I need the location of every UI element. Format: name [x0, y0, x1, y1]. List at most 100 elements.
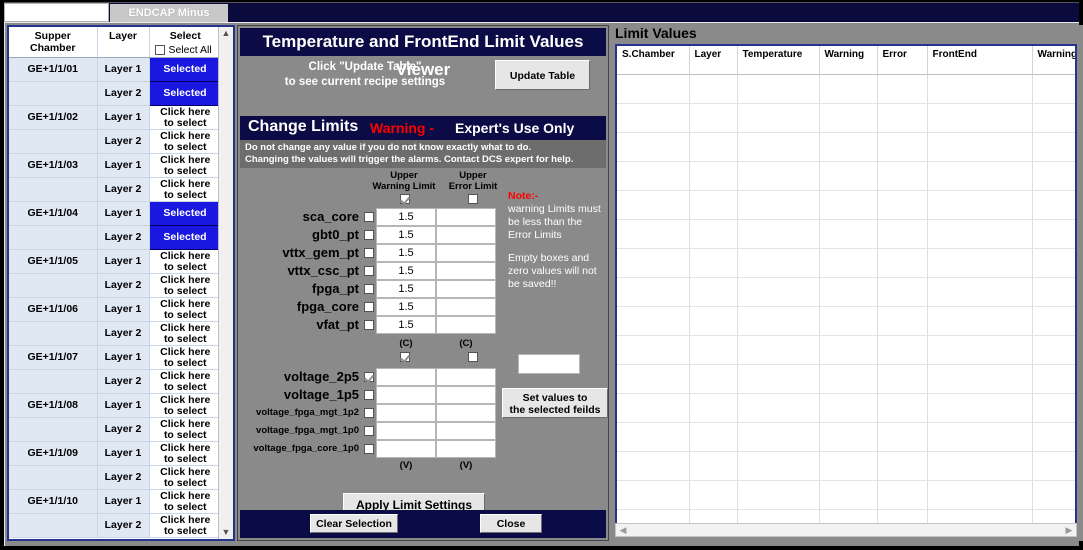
- temperature-limit-warning-input[interactable]: 1.5: [376, 208, 436, 226]
- set-values-input[interactable]: [518, 354, 580, 374]
- voltage-limit-error-input[interactable]: [436, 386, 496, 404]
- tab-blank[interactable]: [4, 3, 109, 22]
- select-cell[interactable]: Click here to select: [149, 369, 221, 394]
- select-cell[interactable]: Click here to select: [149, 489, 221, 514]
- select-cell[interactable]: Click here to select: [149, 249, 221, 274]
- voltage-limit-error-input[interactable]: [436, 422, 496, 440]
- scroll-right-arrow-icon[interactable]: ▶: [1063, 524, 1075, 536]
- temperature-limit-error-input[interactable]: [436, 298, 496, 316]
- limit-values-cell: [737, 422, 820, 452]
- voltage-limit-checkbox[interactable]: [364, 390, 374, 400]
- select-cell[interactable]: Selected: [148, 57, 221, 82]
- tab-endcap-minus[interactable]: ENDCAP Minus: [110, 4, 228, 22]
- layer-cell: Layer 1: [97, 57, 150, 82]
- limit-values-cell: [819, 161, 878, 191]
- limit-values-cell: [819, 277, 878, 307]
- scroll-up-arrow-icon[interactable]: ▲: [219, 27, 233, 40]
- close-button[interactable]: Close: [480, 514, 542, 533]
- warning-line-2: Changing the values will trigger the ala…: [245, 154, 574, 165]
- table-row: Layer 2 Selected: [9, 225, 221, 250]
- temperature-limit-checkbox[interactable]: [364, 302, 374, 312]
- limit-values-cell: [689, 103, 738, 133]
- select-cell[interactable]: Click here to select: [149, 177, 221, 202]
- voltage-warning-column-checkbox[interactable]: [400, 352, 410, 362]
- limit-values-horizontal-scrollbar[interactable]: ◀ ▶: [615, 523, 1077, 537]
- chamber-name-cell: GE+1/1/01: [9, 57, 98, 82]
- temperature-limit-error-input[interactable]: [436, 208, 496, 226]
- limit-values-cell: [927, 248, 1033, 278]
- select-cell[interactable]: Click here to select: [149, 153, 221, 178]
- voltage-limit-error-input[interactable]: [436, 440, 496, 458]
- temperature-limit-error-input[interactable]: [436, 316, 496, 334]
- limit-values-cell: [927, 190, 1033, 220]
- temperature-limit-label: vttx_csc_pt: [287, 263, 359, 278]
- update-table-button[interactable]: Update Table: [495, 60, 590, 90]
- table-row: [617, 190, 1075, 220]
- voltage-limit-checkbox[interactable]: [364, 426, 374, 436]
- chamber-name-cell: [9, 81, 98, 106]
- temperature-limit-checkbox[interactable]: [364, 320, 374, 330]
- voltage-limit-warning-input[interactable]: [376, 368, 436, 386]
- voltage-limit-warning-input[interactable]: [376, 440, 436, 458]
- temperature-limit-warning-input[interactable]: 1.5: [376, 316, 436, 334]
- viewer-title: Temperature and FrontEnd Limit Values Vi…: [240, 28, 606, 79]
- temperature-limit-warning-input[interactable]: 1.5: [376, 226, 436, 244]
- table-row: [617, 335, 1075, 365]
- select-cell[interactable]: Click here to select: [149, 321, 221, 346]
- select-cell[interactable]: Click here to select: [149, 513, 221, 538]
- select-cell[interactable]: Click here to select: [149, 297, 221, 322]
- select-cell[interactable]: Click here to select: [149, 393, 221, 418]
- voltage-limit-checkbox[interactable]: [364, 444, 374, 454]
- warning-column-checkbox[interactable]: [400, 194, 410, 204]
- select-cell[interactable]: Click here to select: [149, 345, 221, 370]
- select-cell[interactable]: Click here to select: [149, 129, 221, 154]
- temperature-limit-error-input[interactable]: [436, 244, 496, 262]
- temperature-limit-checkbox[interactable]: [364, 230, 374, 240]
- temperature-limit-warning-input[interactable]: 1.5: [376, 262, 436, 280]
- error-column-checkbox[interactable]: [468, 194, 478, 204]
- select-all-checkbox[interactable]: [154, 45, 165, 55]
- select-cell[interactable]: Selected: [148, 225, 221, 250]
- voltage-limit-warning-input[interactable]: [376, 404, 436, 422]
- select-cell[interactable]: Selected: [148, 81, 221, 106]
- select-cell[interactable]: Click here to select: [149, 441, 221, 466]
- voltage-warning-unit: (V): [399, 460, 413, 471]
- clear-selection-button[interactable]: Clear Selection: [310, 514, 398, 533]
- temperature-limit-error-input[interactable]: [436, 226, 496, 244]
- temperature-limit-warning-input[interactable]: 1.5: [376, 280, 436, 298]
- select-all-control[interactable]: Select All: [152, 44, 220, 56]
- layer-cell: Layer 2: [97, 369, 150, 394]
- select-cell[interactable]: Click here to select: [149, 105, 221, 130]
- limit-values-cell: [1032, 219, 1075, 249]
- limit-values-cell: [819, 335, 878, 365]
- voltage-limit-warning-input[interactable]: [376, 422, 436, 440]
- table-row: GE+1/1/10 Layer 1 Click here to select: [9, 489, 221, 514]
- temperature-limit-error-input[interactable]: [436, 280, 496, 298]
- temperature-limit-warning-input[interactable]: 1.5: [376, 244, 436, 262]
- voltage-limit-error-input[interactable]: [436, 404, 496, 422]
- scroll-left-arrow-icon[interactable]: ◀: [617, 524, 629, 536]
- temperature-limit-checkbox[interactable]: [364, 248, 374, 258]
- select-cell[interactable]: Click here to select: [149, 273, 221, 298]
- temperature-limit-checkbox[interactable]: [364, 212, 374, 222]
- warning-limit-line-2: Warning Limit: [372, 181, 436, 192]
- chamber-table-vertical-scrollbar[interactable]: ▲ ▼: [218, 27, 233, 539]
- temperature-limit-checkbox[interactable]: [364, 266, 374, 276]
- temperature-limit-error-input[interactable]: [436, 262, 496, 280]
- voltage-error-column-checkbox[interactable]: [468, 352, 478, 362]
- select-cell[interactable]: Click here to select: [149, 465, 221, 490]
- temperature-limit-checkbox[interactable]: [364, 284, 374, 294]
- scroll-down-arrow-icon[interactable]: ▼: [219, 526, 233, 539]
- select-cell[interactable]: Click here to select: [149, 417, 221, 442]
- temperature-limit-warning-input[interactable]: 1.5: [376, 298, 436, 316]
- chamber-name-cell: [9, 177, 98, 202]
- voltage-limit-checkbox[interactable]: [364, 408, 374, 418]
- voltage-limit-checkbox[interactable]: [364, 372, 374, 382]
- select-cell[interactable]: Selected: [148, 201, 221, 226]
- limit-values-cell: [617, 393, 690, 423]
- voltage-limit-warning-input[interactable]: [376, 386, 436, 404]
- table-row: Layer 2 Click here to select: [9, 465, 221, 490]
- set-values-button[interactable]: Set values to the selected feilds: [502, 388, 608, 418]
- table-row: GE+1/1/02 Layer 1 Click here to select: [9, 105, 221, 130]
- voltage-limit-error-input[interactable]: [436, 368, 496, 386]
